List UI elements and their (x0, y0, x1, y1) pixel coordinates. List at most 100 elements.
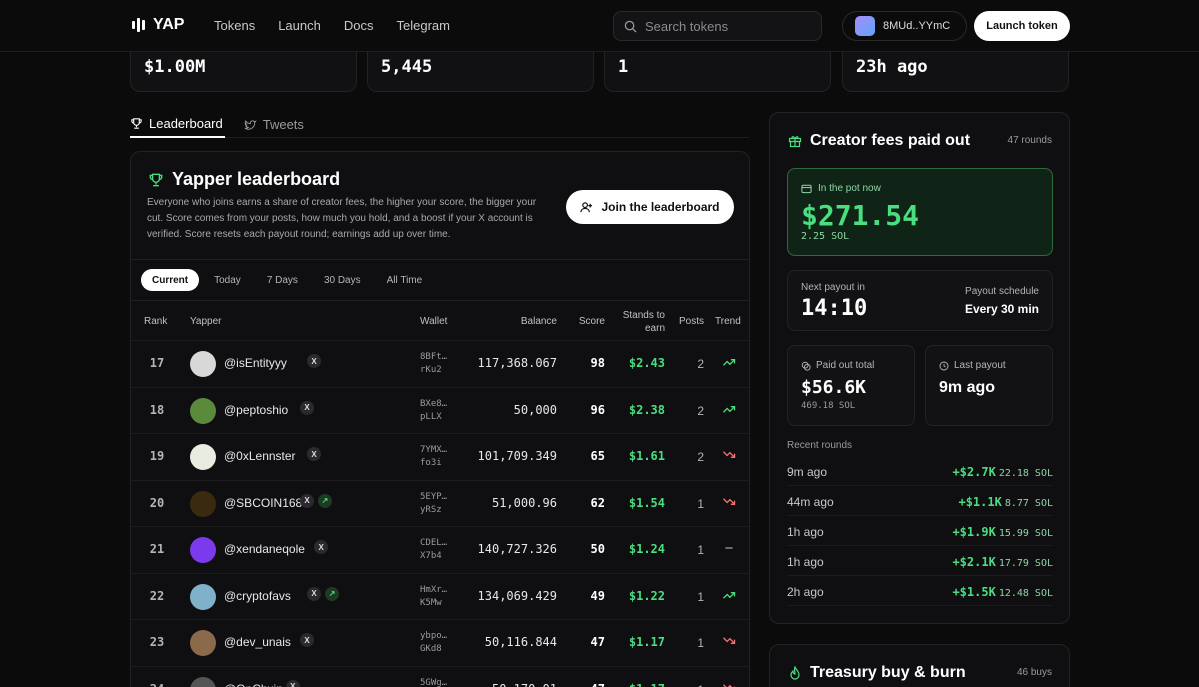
table-row[interactable]: 17 @isEntityyy X 8BFt… rKu2 117,368.067 98 $2.4… (131, 340, 749, 386)
recent-rounds-label: Recent rounds (787, 440, 853, 451)
last-payout-card: Last payout 9m ago (925, 345, 1053, 426)
row-handle[interactable]: @cryptofavs (224, 589, 291, 603)
table-row[interactable]: 19 @0xLennster X 7YMX… fo3i 101,709.349 65 $1.6… (131, 433, 749, 479)
round-time: 44m ago (787, 495, 834, 509)
pot-label-text: In the pot now (818, 183, 881, 194)
row-balance: 101,709.349 (477, 449, 557, 463)
logo-bars-icon (132, 18, 145, 32)
pot-amount: $271.54 (801, 199, 920, 232)
period-today[interactable]: Today (203, 269, 252, 291)
table-row[interactable]: 24 @OnChxinX 5GWg… 50,170.01 47 $1.17 1 (131, 665, 749, 687)
tab-leaderboard[interactable]: Leaderboard (130, 110, 225, 138)
row-handle[interactable]: @0xLennster (224, 449, 296, 463)
row-handle[interactable]: @xendaneqole (224, 542, 305, 556)
period-30-days[interactable]: 30 Days (313, 269, 372, 291)
table-row[interactable]: 22 @cryptofavs X ↗ HmXr… K5Mw 134,069.429 49 $1.… (131, 572, 749, 619)
row-score: 96 (590, 402, 605, 417)
round-usd: +$1.9K (952, 525, 996, 539)
row-earn: $1.17 (628, 635, 665, 649)
join-leaderboard-button[interactable]: Join the leaderboard (566, 190, 734, 224)
trend-down-icon (723, 497, 736, 505)
row-wallet[interactable]: BXe8… pLLX (420, 398, 454, 424)
col-trend[interactable]: Trend (715, 316, 741, 327)
row-handle[interactable]: @isEntityyy (224, 356, 287, 370)
avatar[interactable] (190, 397, 216, 424)
row-rank: 18 (149, 402, 165, 417)
search-input[interactable] (645, 18, 805, 34)
row-wallet[interactable]: 5GWg… (420, 677, 454, 687)
row-handle[interactable]: @SBCOIN168 (224, 496, 302, 510)
period-current[interactable]: Current (141, 269, 200, 291)
flame-icon (790, 665, 800, 680)
period-7-days[interactable]: 7 Days (256, 269, 309, 291)
col-yapper[interactable]: Yapper (190, 316, 222, 327)
launch-token-button[interactable]: Launch token (974, 11, 1070, 41)
col-posts[interactable]: Posts (679, 316, 704, 327)
avatar[interactable] (190, 444, 216, 470)
x-verified-badge: X (314, 540, 329, 554)
col-earn[interactable]: Stands to earn (617, 309, 665, 335)
row-wallet[interactable]: CDEL… X7b4 (420, 537, 454, 563)
avatar[interactable] (190, 676, 216, 687)
last-payout-label: Last payout (939, 360, 1006, 371)
x-verified-badge: X (300, 633, 314, 647)
leaderboard-panel: Yapper leaderboard Everyone who joins ea… (130, 151, 750, 687)
row-balance: 50,000 (513, 402, 557, 417)
row-handle[interactable]: @dev_unais (224, 635, 291, 649)
col-score[interactable]: Score (579, 316, 605, 327)
tab-tweets[interactable]: Tweets (244, 110, 306, 138)
nav-links: Tokens Launch Docs Telegram (214, 18, 450, 33)
row-wallet[interactable]: HmXr… K5Mw (420, 584, 454, 610)
row-wallet[interactable]: ybpo… GKd8 (420, 630, 454, 656)
recent-round-row: 1h ago +$1.9K 15.99 SOL (787, 516, 1053, 546)
period-all-time[interactable]: All Time (376, 269, 434, 291)
table-row[interactable]: 20 @SBCOIN168 X ↗ 5EYP… yRSz 51,000.96 62 $1.54 1 (131, 479, 749, 526)
row-wallet[interactable]: 7YMX… fo3i (420, 444, 454, 470)
treasury-panel: Treasury buy & burn 46 buys (769, 644, 1070, 687)
avatar[interactable] (190, 537, 216, 563)
avatar[interactable] (190, 490, 216, 517)
avatar[interactable] (190, 583, 216, 610)
nav-link-telegram[interactable]: Telegram (396, 18, 449, 33)
round-time: 9m ago (787, 465, 828, 479)
avatar[interactable] (190, 351, 216, 377)
row-rank: 19 (149, 449, 165, 463)
nav-link-launch[interactable]: Launch (278, 18, 321, 33)
logo[interactable]: YAP (132, 16, 184, 34)
table-row[interactable]: 23 @dev_unais Xybpo… GKd8 50,116.844 47 $1.17 1 (131, 619, 749, 665)
col-wallet[interactable]: Wallet (420, 316, 447, 327)
row-handle[interactable]: @peptoshio (224, 403, 288, 417)
row-score: 98 (590, 356, 605, 370)
table-row[interactable]: 21 @xendaneqole X CDEL… X7b4 140,727.326 50 $1.… (131, 526, 749, 572)
nav-link-tokens[interactable]: Tokens (214, 18, 255, 33)
creator-fees-panel: Creator fees paid out 47 rounds In the p… (769, 112, 1070, 624)
avatar[interactable] (190, 630, 216, 656)
round-amount: +$1.5K 12.48 SOL (952, 585, 1053, 599)
row-score: 47 (591, 682, 605, 687)
round-time: 1h ago (787, 555, 824, 569)
row-wallet[interactable]: 8BFt… rKu2 (420, 351, 454, 377)
row-posts: 2 (697, 357, 704, 371)
pot-label: In the pot now (801, 183, 881, 194)
nav-link-docs[interactable]: Docs (344, 18, 374, 33)
round-sol: 12.48 SOL (998, 588, 1053, 599)
wallet-button[interactable]: 8MUd..YYmC (842, 11, 967, 41)
round-time: 2h ago (787, 585, 824, 599)
col-balance[interactable]: Balance (521, 316, 557, 327)
x-verified-badge: X (307, 354, 322, 368)
trend-down-icon (723, 451, 736, 458)
top-nav: YAP Tokens Launch Docs Telegram 8MUd..YY… (0, 0, 1199, 52)
clock-icon (939, 361, 949, 370)
row-wallet[interactable]: 5EYP… yRSz (420, 491, 454, 517)
trend-flat-icon (725, 547, 733, 549)
round-amount: +$1.9K 15.99 SOL (952, 525, 1053, 539)
table-row[interactable]: 18 @peptoshio X BXe8… pLLX 50,000 96 $2.38 2 (131, 386, 749, 433)
round-amount: +$2.7K 22.18 SOL (952, 465, 1053, 479)
tab-label: Tweets (262, 116, 304, 132)
col-rank[interactable]: Rank (144, 316, 167, 327)
row-score: 49 (590, 588, 605, 603)
recent-round-row: 9m ago +$2.7K 22.18 SOL (787, 456, 1053, 486)
trophy-icon (131, 117, 142, 129)
row-handle[interactable]: @OnChxin (224, 682, 283, 687)
search-box[interactable] (613, 11, 822, 41)
